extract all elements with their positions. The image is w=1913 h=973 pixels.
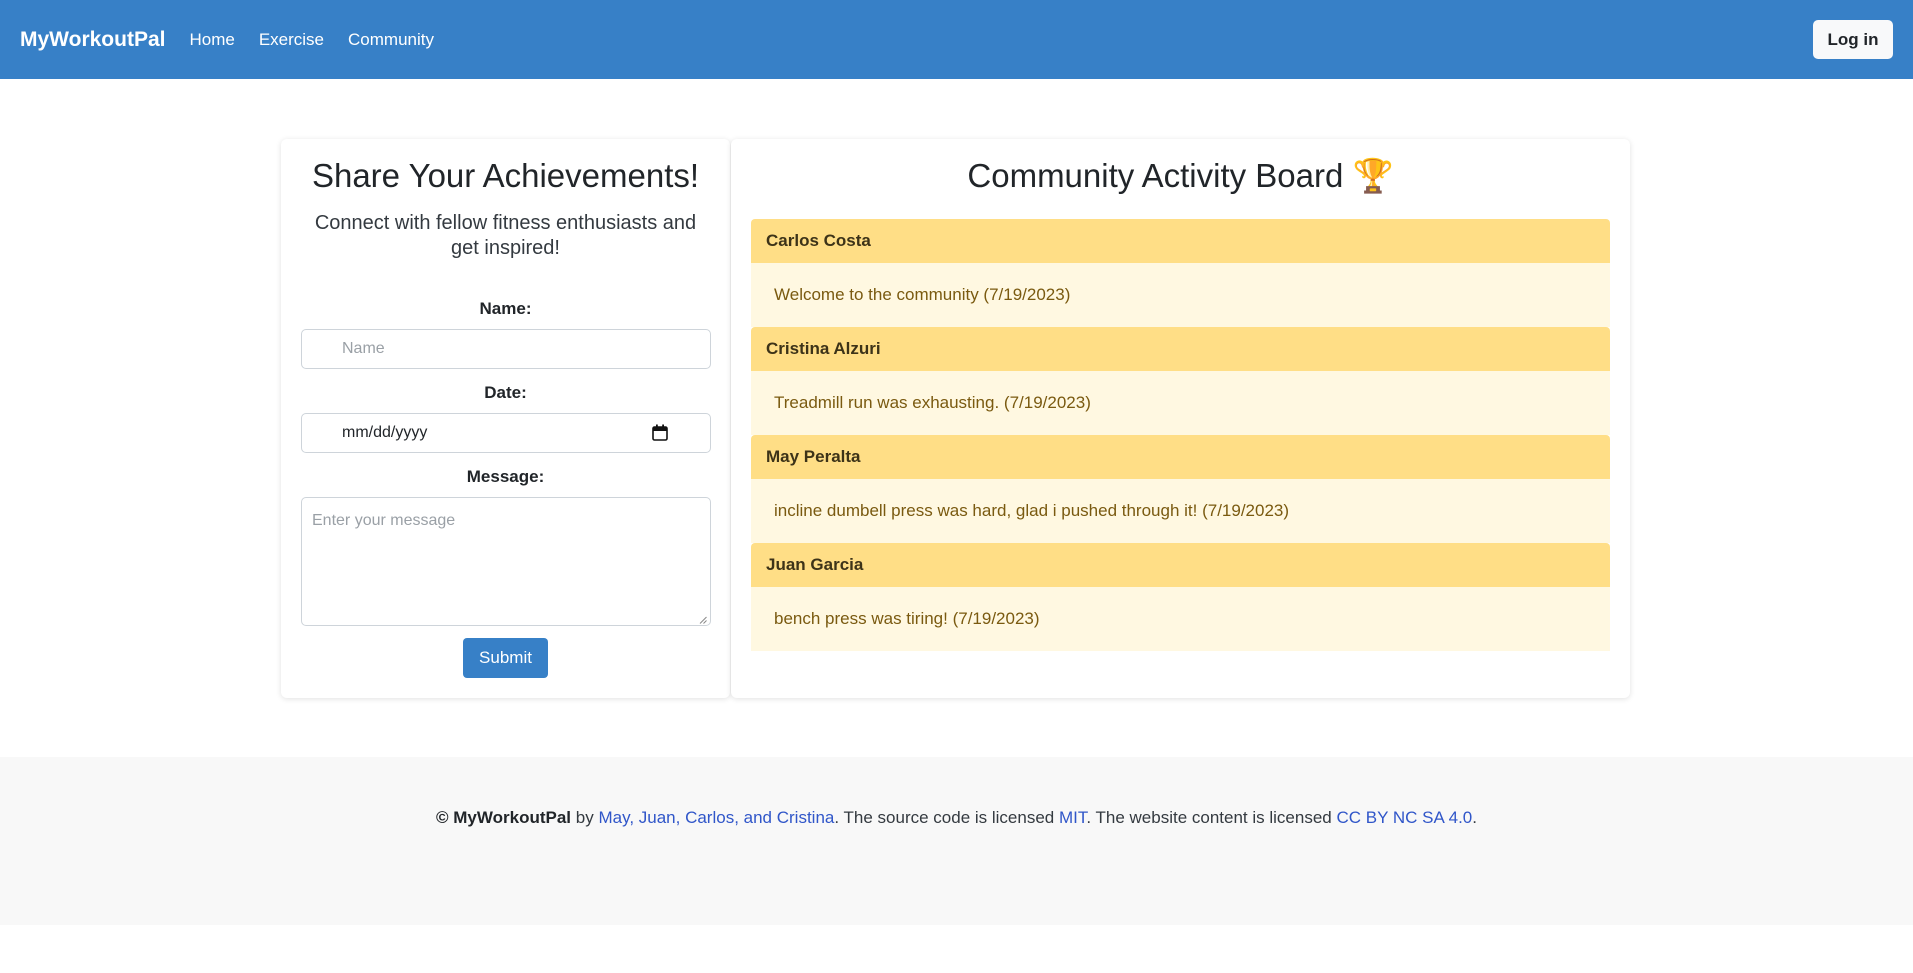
post-message: incline dumbell press was hard, glad i p…	[751, 479, 1610, 543]
post-item: Cristina Alzuri Treadmill run was exhaus…	[751, 327, 1610, 435]
board-title: Community Activity Board 🏆	[967, 157, 1394, 194]
post-author: May Peralta	[751, 435, 1610, 479]
post-message: Treadmill run was exhausting. (7/19/2023…	[751, 371, 1610, 435]
footer-content-text: . The website content is licensed	[1086, 808, 1332, 827]
post-list: Carlos Costa Welcome to the community (7…	[751, 219, 1610, 651]
footer-text: © MyWorkoutPal by May, Juan, Carlos, and…	[0, 808, 1913, 828]
nav-link-home[interactable]: Home	[189, 30, 234, 50]
footer: © MyWorkoutPal by May, Juan, Carlos, and…	[0, 757, 1913, 925]
footer-brand: MyWorkoutPal	[453, 808, 572, 827]
footer-end: .	[1472, 808, 1477, 827]
activity-board-card: Community Activity Board 🏆 Carlos Costa …	[731, 139, 1630, 698]
share-subtitle: Connect with fellow fitness enthusiasts …	[314, 212, 697, 259]
post-message: Welcome to the community (7/19/2023)	[751, 263, 1610, 327]
post-message: bench press was tiring! (7/19/2023)	[751, 587, 1610, 651]
name-label: Name:	[479, 299, 532, 318]
name-input[interactable]	[301, 329, 711, 369]
cc-license-link[interactable]: CC BY NC SA 4.0	[1337, 808, 1473, 827]
date-input[interactable]: mm/dd/yyyy	[301, 413, 711, 453]
nav-link-community[interactable]: Community	[348, 30, 434, 50]
share-achievements-card: Share Your Achievements! Connect with fe…	[281, 139, 730, 698]
date-placeholder: mm/dd/yyyy	[342, 424, 428, 441]
footer-by: by	[575, 808, 594, 827]
post-item: May Peralta incline dumbell press was ha…	[751, 435, 1610, 543]
copyright-symbol: ©	[436, 808, 449, 827]
brand-link[interactable]: MyWorkoutPal	[20, 28, 165, 52]
share-title: Share Your Achievements!	[311, 157, 700, 194]
message-label: Message:	[466, 467, 545, 486]
login-button[interactable]: Log in	[1813, 20, 1893, 59]
submit-button[interactable]: Submit	[463, 638, 548, 678]
authors-link[interactable]: May, Juan, Carlos, and Cristina	[598, 808, 834, 827]
footer-source-text: . The source code is licensed	[834, 808, 1055, 827]
post-author: Carlos Costa	[751, 219, 1610, 263]
mit-license-link[interactable]: MIT	[1059, 808, 1086, 827]
resize-grip-icon[interactable]	[699, 616, 707, 624]
calendar-icon[interactable]	[652, 424, 668, 441]
nav-link-exercise[interactable]: Exercise	[259, 30, 324, 50]
post-item: Juan Garcia bench press was tiring! (7/1…	[751, 543, 1610, 651]
post-item: Carlos Costa Welcome to the community (7…	[751, 219, 1610, 327]
message-textarea[interactable]	[301, 497, 711, 626]
navbar: MyWorkoutPal Home Exercise Community Log…	[0, 0, 1913, 79]
post-author: Juan Garcia	[751, 543, 1610, 587]
post-author: Cristina Alzuri	[751, 327, 1610, 371]
date-label: Date:	[484, 383, 527, 402]
